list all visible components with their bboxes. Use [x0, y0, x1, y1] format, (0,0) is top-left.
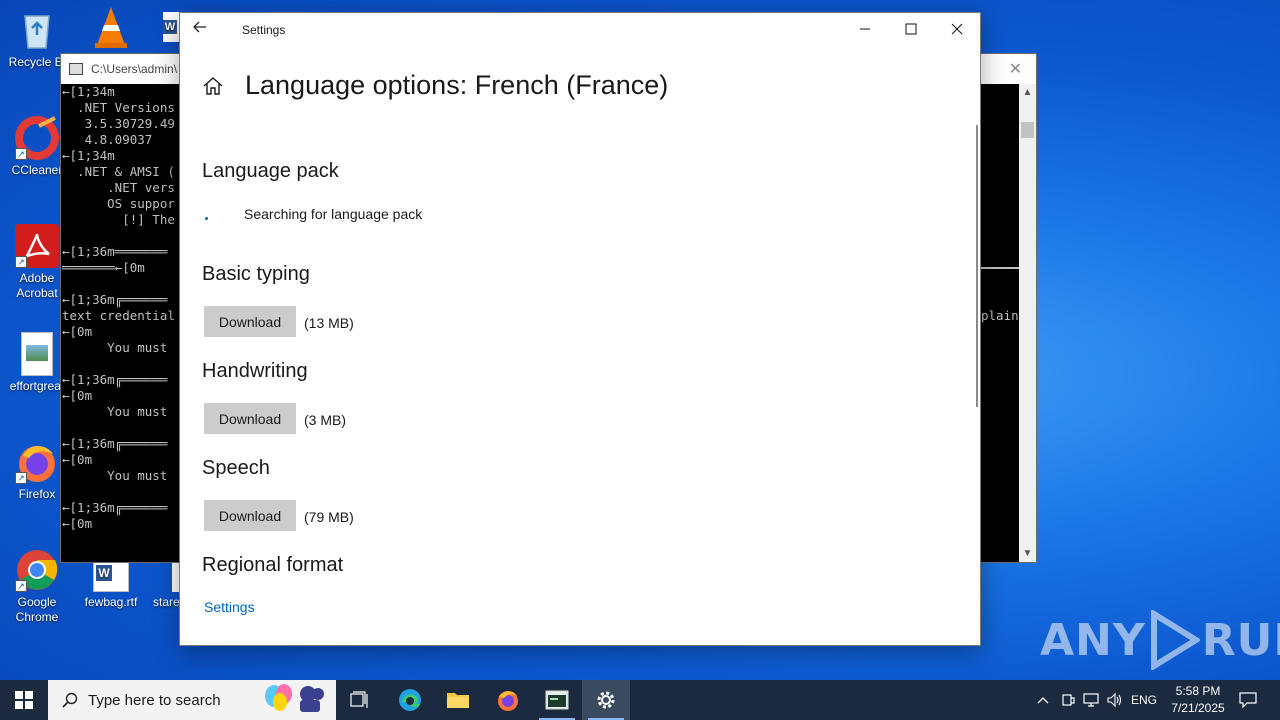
desktop-icon-label: effortgreat: [9, 379, 65, 393]
input-language-indicator[interactable]: ENG: [1128, 680, 1160, 720]
watermark-text: ANY RUN: [1040, 610, 1280, 670]
regional-format-settings-link[interactable]: Settings: [204, 599, 255, 615]
window-title: Settings: [242, 23, 286, 37]
desktop-icon-label: stare: [153, 595, 180, 609]
speech-size: (79 MB): [304, 509, 354, 525]
taskbar-console-button[interactable]: [533, 680, 581, 720]
console-right-text: plain: [981, 308, 1019, 323]
taskbar-settings-button[interactable]: [582, 680, 630, 720]
settings-window[interactable]: Settings Language options: French (Franc…: [179, 12, 981, 646]
language-pack-heading: Language pack: [202, 160, 339, 182]
minimize-icon: [860, 28, 870, 30]
device-icon: [1062, 694, 1075, 706]
vlc-cone-icon: [89, 5, 133, 49]
desktop-icon-label: Recycle Bi: [8, 55, 66, 69]
notification-icon: [1239, 692, 1257, 708]
handwriting-heading: Handwriting: [202, 360, 308, 382]
scroll-down-arrow-icon[interactable]: ▼: [1019, 545, 1036, 562]
firefox-icon: [498, 691, 518, 711]
scroll-thumb[interactable]: [1021, 122, 1034, 138]
chrome-icon: ↗: [15, 548, 59, 592]
close-button[interactable]: [934, 13, 980, 45]
shortcut-arrow-icon: ↗: [15, 580, 27, 592]
play-logo-icon: [1150, 610, 1200, 670]
desktop-icon-stare[interactable]: stare: [150, 560, 180, 610]
regional-format-heading: Regional format: [202, 554, 344, 576]
notifications-button[interactable]: [1236, 680, 1260, 720]
ccleaner-icon: ↗: [15, 116, 59, 160]
home-icon: [203, 77, 223, 95]
taskbar-search-box[interactable]: Type here to search: [48, 680, 336, 720]
start-button[interactable]: [0, 680, 48, 720]
console-scrollbar[interactable]: ▲ ▼: [1019, 84, 1036, 562]
adobe-acrobat-icon: ↗: [15, 224, 59, 268]
search-highlight-balloons-icon: [265, 684, 324, 712]
back-arrow-icon: [193, 21, 206, 33]
console-window-icon: [69, 63, 83, 75]
desktop-icon-label-line2: Chrome: [15, 610, 59, 624]
desktop-icon-label: fewbag.rtf: [84, 595, 138, 609]
close-icon: [951, 23, 963, 35]
back-button[interactable]: [192, 19, 216, 41]
clock-date: 7/21/2025: [1171, 701, 1225, 715]
volume-icon: [1107, 693, 1122, 707]
search-placeholder: Type here to search: [88, 692, 221, 709]
anyrun-watermark: ANY RUN: [1040, 608, 1280, 672]
shortcut-arrow-icon: ↗: [15, 256, 27, 268]
chevron-up-icon: [1037, 697, 1049, 704]
desktop-icon-vlc[interactable]: [74, 5, 148, 52]
edge-icon: [399, 689, 421, 711]
network-icon: [1083, 693, 1099, 707]
word-document-icon: W: [93, 560, 129, 592]
progress-spinner-icon: [205, 217, 208, 220]
folder-icon: [447, 693, 469, 708]
desktop-icon-label: CCleaner: [11, 163, 63, 177]
speech-download-button[interactable]: Download: [204, 500, 296, 531]
scroll-up-arrow-icon[interactable]: ▲: [1019, 84, 1036, 101]
taskbar-clock[interactable]: 5:58 PM 7/21/2025: [1160, 683, 1236, 717]
console-close-button[interactable]: ✕: [1009, 59, 1022, 79]
taskbar-firefox-button[interactable]: [484, 680, 532, 720]
firefox-icon: ↗: [15, 440, 59, 484]
taskbar: Type here to search ENG 5:58 PM 7/21/202…: [0, 680, 1280, 720]
page-title: Language options: French (France): [245, 70, 669, 100]
task-view-button[interactable]: [336, 680, 384, 720]
gear-icon: [597, 691, 615, 709]
shortcut-arrow-icon: ↗: [15, 148, 27, 160]
desktop-icon-label: Firefox: [18, 487, 56, 501]
basic-typing-size: (13 MB): [304, 315, 354, 331]
maximize-icon: [905, 23, 917, 35]
tray-network-button[interactable]: [1080, 680, 1102, 720]
basic-typing-heading: Basic typing: [202, 263, 310, 285]
handwriting-size: (3 MB): [304, 412, 346, 428]
maximize-button[interactable]: [888, 13, 934, 45]
shortcut-arrow-icon: ↗: [15, 472, 27, 484]
home-button[interactable]: [202, 76, 224, 101]
minimize-button[interactable]: [842, 13, 888, 45]
image-file-icon: [21, 332, 53, 376]
basic-typing-download-button[interactable]: Download: [204, 306, 296, 337]
tray-device-button[interactable]: [1058, 680, 1078, 720]
search-icon: [62, 692, 78, 708]
task-view-icon: [350, 691, 368, 708]
console-title: C:\Users\admin\: [91, 62, 178, 76]
recycle-bin-icon: [15, 8, 59, 52]
console-app-icon: [545, 690, 569, 710]
speech-heading: Speech: [202, 457, 270, 479]
console-divider: [981, 267, 1021, 269]
desktop-icon-label-line1: Google: [17, 595, 57, 609]
windows-logo-icon: [15, 691, 33, 709]
clock-time: 5:58 PM: [1175, 684, 1221, 698]
taskbar-file-explorer-button[interactable]: [434, 680, 482, 720]
handwriting-download-button[interactable]: Download: [204, 403, 296, 434]
desktop-icon-fewbag[interactable]: W fewbag.rtf: [74, 560, 148, 610]
language-pack-status: Searching for language pack: [244, 206, 423, 222]
show-hidden-icons-button[interactable]: [1034, 680, 1052, 720]
settings-titlebar[interactable]: Settings: [180, 13, 980, 46]
tray-volume-button[interactable]: [1104, 680, 1126, 720]
settings-scrollbar[interactable]: [976, 125, 978, 407]
taskbar-edge-button[interactable]: [386, 680, 434, 720]
